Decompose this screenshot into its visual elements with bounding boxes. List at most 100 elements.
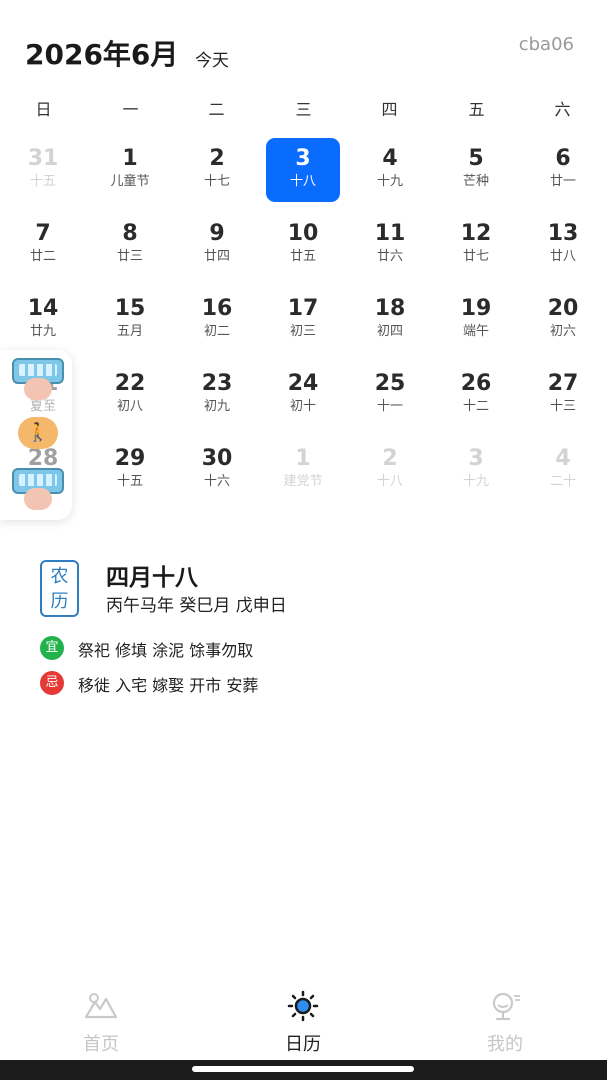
person-icon[interactable]: 🚶 [18, 417, 58, 449]
touch-blob-icon [24, 378, 52, 400]
day-lunar-label: 二十 [549, 474, 576, 489]
day-cell[interactable]: 13 廿八 [526, 213, 600, 277]
month-title[interactable]: 2026年6月 [25, 33, 178, 73]
lunar-badge: 农 历 [40, 560, 79, 617]
day-number: 10 [287, 221, 319, 246]
day-cell[interactable]: 4 十九 [353, 138, 427, 202]
day-lunar-label: 十二 [462, 399, 489, 414]
profile-icon [492, 992, 520, 1021]
day-lunar-label: 十八 [289, 174, 316, 189]
bottom-nav: 首页 日历 我的 [0, 980, 607, 1060]
weekday-label: 二 [208, 100, 225, 119]
day-lunar-label: 廿三 [116, 249, 143, 264]
lunar-badge-top: 农 [50, 566, 69, 587]
day-number: 30 [201, 446, 233, 471]
day-lunar-label: 廿四 [203, 249, 230, 264]
day-cell[interactable]: 11 廿六 [353, 213, 427, 277]
day-lunar-label: 十五 [29, 174, 56, 189]
day-number: 23 [201, 371, 233, 396]
ganzhi-text: 丙午马年 癸巳月 戊申日 [106, 596, 287, 616]
day-cell[interactable]: 10 廿五 [266, 213, 340, 277]
day-number: 1 [122, 146, 138, 171]
day-lunar-label: 初六 [549, 324, 576, 339]
day-number: 19 [460, 296, 492, 321]
day-cell[interactable]: 18 初四 [353, 288, 427, 352]
day-lunar-label: 十三 [549, 399, 576, 414]
nav-item-home[interactable]: 首页 [51, 990, 151, 1056]
day-cell[interactable]: 2 十七 [180, 138, 254, 202]
day-cell[interactable]: 19 端午 [439, 288, 513, 352]
day-number: 22 [114, 371, 146, 396]
day-cell[interactable]: 17 初三 [266, 288, 340, 352]
day-lunar-label: 廿六 [376, 249, 403, 264]
day-number: 6 [555, 146, 571, 171]
day-lunar-label: 初十 [289, 399, 316, 414]
day-cell[interactable]: 12 廿七 [439, 213, 513, 277]
day-lunar-label: 初三 [289, 324, 316, 339]
day-lunar-label: 五月 [116, 324, 143, 339]
day-lunar-label: 十七 [203, 174, 230, 189]
day-number: 13 [547, 221, 579, 246]
day-cell[interactable]: 26 十二 [439, 363, 513, 427]
day-lunar-label: 端午 [462, 324, 489, 339]
weekday-label: 日 [35, 100, 52, 119]
day-number: 17 [287, 296, 319, 321]
home-indicator[interactable] [192, 1066, 414, 1072]
day-lunar-label: 廿二 [29, 249, 56, 264]
day-cell[interactable]: 14 廿九 [6, 288, 80, 352]
day-number: 25 [374, 371, 406, 396]
day-lunar-label: 儿童节 [110, 174, 150, 189]
day-cell[interactable]: 27 十三 [526, 363, 600, 427]
day-number: 2 [382, 446, 398, 471]
day-lunar-label: 十八 [376, 474, 403, 489]
day-cell[interactable]: 7 廿二 [6, 213, 80, 277]
today-button[interactable]: 今天 [195, 46, 229, 71]
day-number: 27 [547, 371, 579, 396]
day-cell[interactable]: 8 廿三 [93, 213, 167, 277]
day-lunar-label: 初九 [203, 399, 230, 414]
weekday-header-row: 日 一 二 三 四 五 六 [0, 96, 607, 119]
day-lunar-label: 廿八 [549, 249, 576, 264]
weekday-label: 五 [468, 100, 485, 119]
day-cell[interactable]: 31 十五 [6, 138, 80, 202]
day-number: 18 [374, 296, 406, 321]
day-cell[interactable]: 25 十一 [353, 363, 427, 427]
day-cell[interactable]: 20 初六 [526, 288, 600, 352]
day-lunar-label: 廿七 [462, 249, 489, 264]
bad-badge: 忌 [40, 671, 64, 695]
weekday-label: 一 [122, 100, 139, 119]
day-number: 26 [460, 371, 492, 396]
day-cell[interactable]: 2 十八 [353, 438, 427, 502]
day-cell-selected[interactable]: 3 十八 [266, 138, 340, 202]
day-cell[interactable]: 16 初二 [180, 288, 254, 352]
day-number: 4 [382, 146, 398, 171]
nav-label: 日历 [285, 1034, 321, 1055]
day-cell[interactable]: 24 初十 [266, 363, 340, 427]
day-cell[interactable]: 3 十九 [439, 438, 513, 502]
day-cell[interactable]: 30 十六 [180, 438, 254, 502]
day-number: 3 [468, 446, 484, 471]
day-number: 14 [27, 296, 59, 321]
day-lunar-label: 廿九 [29, 324, 56, 339]
day-cell[interactable]: 15 五月 [93, 288, 167, 352]
day-cell[interactable]: 23 初九 [180, 363, 254, 427]
day-cell[interactable]: 5 芒种 [439, 138, 513, 202]
good-activities-text: 祭祀 修填 涂泥 馀事勿取 [78, 641, 254, 660]
day-cell[interactable]: 1 建党节 [266, 438, 340, 502]
day-cell[interactable]: 29 十五 [93, 438, 167, 502]
day-cell[interactable]: 9 廿四 [180, 213, 254, 277]
day-lunar-label: 十九 [376, 174, 403, 189]
day-lunar-label: 廿一 [549, 174, 576, 189]
nav-item-profile[interactable]: 我的 [455, 990, 555, 1056]
day-lunar-label: 十五 [116, 474, 143, 489]
day-lunar-label: 初四 [376, 324, 403, 339]
day-cell[interactable]: 22 初八 [93, 363, 167, 427]
day-cell[interactable]: 6 廿一 [526, 138, 600, 202]
day-lunar-label: 芒种 [462, 174, 489, 189]
day-cell[interactable]: 1 儿童节 [93, 138, 167, 202]
good-badge: 宜 [40, 636, 64, 660]
nav-item-calendar[interactable]: 日历 [253, 990, 353, 1056]
sun-calendar-icon [287, 990, 319, 1022]
day-lunar-label: 十一 [376, 399, 403, 414]
day-cell[interactable]: 4 二十 [526, 438, 600, 502]
